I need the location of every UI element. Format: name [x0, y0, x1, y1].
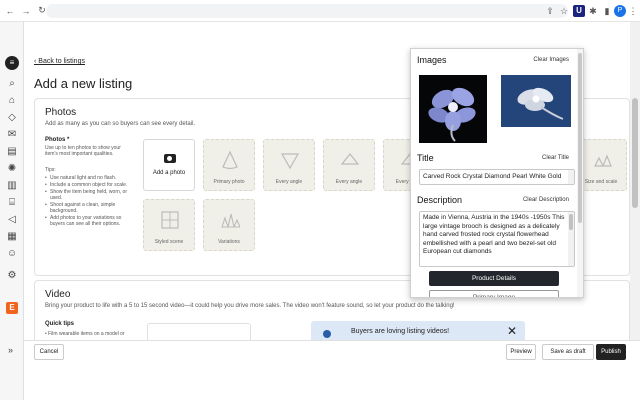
tip-item: Include a common object for scale. [45, 182, 133, 188]
photo-slot-primary[interactable]: Primary photo [203, 139, 255, 191]
product-image-1[interactable] [419, 75, 487, 143]
description-field[interactable]: Made in Vienna, Austria in the 1940s -19… [419, 211, 575, 267]
quick-tip-text: Film wearable items on a model or [48, 331, 125, 337]
angle-shape-icon [340, 153, 360, 165]
home-icon[interactable]: ⌂ [6, 95, 18, 107]
info-icon [323, 330, 331, 338]
close-icon[interactable]: ✕ [507, 324, 517, 338]
kebab-menu-icon[interactable]: ⋮ [627, 5, 639, 17]
share-icon[interactable]: ⇪ [544, 5, 556, 17]
video-subtitle: Bring your product to life with a 5 to 1… [45, 303, 455, 309]
tip-item: Shoot against a clean, simple background… [45, 202, 133, 214]
forward-arrow-icon[interactable]: → [20, 6, 32, 16]
camera-icon [164, 154, 176, 163]
action-bar: Cancel Preview Save as draft Publish [24, 340, 640, 362]
photos-subtitle: Add as many as you can so buyers can see… [45, 121, 196, 127]
slot-label: Styled scene [154, 239, 184, 245]
tip-item: Add photos to your variations so buyers … [45, 215, 133, 227]
save-draft-button[interactable]: Save as draft [542, 344, 594, 360]
back-link-label: Back to listings [38, 58, 85, 65]
tips-list: Use natural light and no flash. Include … [45, 175, 133, 228]
settings-icon[interactable]: ⚙ [6, 270, 18, 282]
preview-button[interactable]: Preview [506, 344, 536, 360]
primary-shape-icon [222, 150, 238, 170]
bank-icon[interactable]: ⌸ [6, 197, 18, 209]
page-title: Add a new listing [34, 76, 133, 91]
images-heading: Images [417, 55, 447, 65]
search-icon[interactable]: ⌕ [6, 78, 18, 90]
photos-title: Photos [45, 107, 77, 118]
title-scrollbar[interactable] [568, 170, 574, 184]
quick-tips-heading: Quick tips [45, 321, 75, 327]
title-field[interactable]: Carved Rock Crystal Diamond Pearl White … [419, 169, 575, 185]
photos-description: Use up to ten photos to show your item's… [45, 145, 121, 157]
gear-icon[interactable]: ✺ [6, 163, 18, 175]
primary-image-button[interactable]: Primary Image [429, 290, 559, 297]
video-upload-area[interactable] [147, 323, 251, 340]
brooch-photo-2 [501, 75, 571, 127]
description-scrollbar[interactable] [568, 212, 574, 266]
page-scrollbar[interactable] [630, 22, 640, 340]
scrollbar-thumb[interactable] [632, 98, 638, 208]
sidebar-toggle-icon[interactable]: ▮ [601, 5, 613, 17]
variations-icon [221, 213, 240, 228]
popup-scrollbar[interactable] [577, 49, 583, 297]
video-info-banner: Buyers are loving listing videos! ✕ [311, 321, 525, 340]
description-value: Made in Vienna, Austria in the 1940s -19… [423, 214, 565, 256]
description-heading: Description [417, 195, 463, 205]
tag-icon[interactable]: ◇ [6, 112, 18, 124]
photos-label: Photos * [45, 137, 70, 143]
back-to-listings-link[interactable]: ‹ Back to listings [34, 58, 85, 65]
star-icon[interactable]: ☆ [558, 5, 570, 17]
slot-label: Primary photo [213, 179, 245, 185]
product-details-button[interactable]: Product Details [429, 271, 559, 286]
cancel-button[interactable]: Cancel [34, 344, 64, 360]
angle-shape-icon [280, 153, 300, 170]
quick-tip-item: • Film wearable items on a model or [45, 331, 125, 337]
address-bar[interactable] [46, 4, 568, 18]
photo-slot-variations[interactable]: Variations [203, 199, 255, 251]
add-photo-button[interactable]: Add a photo [143, 139, 195, 191]
profile-avatar[interactable]: P [614, 5, 626, 17]
add-photo-label: Add a photo [152, 170, 186, 176]
left-sidebar: ≡ ⌕ ⌂ ◇ ✉ ▤ ✺ ▥ ⌸ ◁ ▦ ☺ ⚙ E [0, 22, 24, 400]
scale-shape-icon [594, 154, 612, 167]
slot-label: Every angle [275, 179, 303, 185]
etsy-app-icon[interactable]: E [6, 302, 18, 314]
puzzle-icon[interactable]: ✱ [587, 5, 599, 17]
slot-label: Variations [218, 239, 240, 245]
chart-icon[interactable]: ▥ [6, 180, 18, 192]
clipboard-icon[interactable]: ▤ [6, 146, 18, 158]
title-value: Carved Rock Crystal Diamond Pearl White … [423, 173, 562, 180]
clear-title-button[interactable]: Clear Title [542, 155, 569, 161]
back-arrow-icon[interactable]: ← [4, 6, 16, 16]
users-icon[interactable]: ☺ [6, 248, 18, 260]
tip-item: Show the item being held, worn, or used. [45, 189, 133, 201]
product-image-2[interactable] [501, 75, 571, 127]
extension-popup: Images Clear Images Title Clear Title Ca… [410, 48, 584, 298]
expand-sidebar-icon[interactable]: » [8, 345, 13, 355]
megaphone-icon[interactable]: ◁ [6, 214, 18, 226]
photo-slot-styled[interactable]: Styled scene [143, 199, 195, 251]
extension-u-icon[interactable]: U [573, 5, 585, 17]
mail-icon[interactable]: ✉ [6, 129, 18, 141]
clear-images-button[interactable]: Clear Images [533, 57, 569, 63]
publish-button[interactable]: Publish [596, 344, 626, 360]
etsy-logo-icon[interactable]: ≡ [5, 56, 19, 70]
banner-text: Buyers are loving listing videos! [351, 328, 450, 335]
styled-scene-icon [161, 211, 179, 229]
browser-toolbar: ← → ↻ ⇪ ☆ U ✱ ▮ P ⋮ [0, 0, 640, 22]
photo-slot-angle[interactable]: Every angle [263, 139, 315, 191]
tips-heading: Tips: [45, 167, 56, 173]
slot-label: Every angle [335, 179, 363, 185]
title-heading: Title [417, 153, 434, 163]
tip-item: Use natural light and no flash. [45, 175, 133, 181]
clear-description-button[interactable]: Clear Description [523, 197, 569, 203]
photo-slot-angle[interactable]: Every angle [323, 139, 375, 191]
brooch-photo-1 [428, 87, 476, 142]
video-title: Video [45, 289, 71, 300]
apps-icon[interactable]: ▦ [6, 231, 18, 243]
